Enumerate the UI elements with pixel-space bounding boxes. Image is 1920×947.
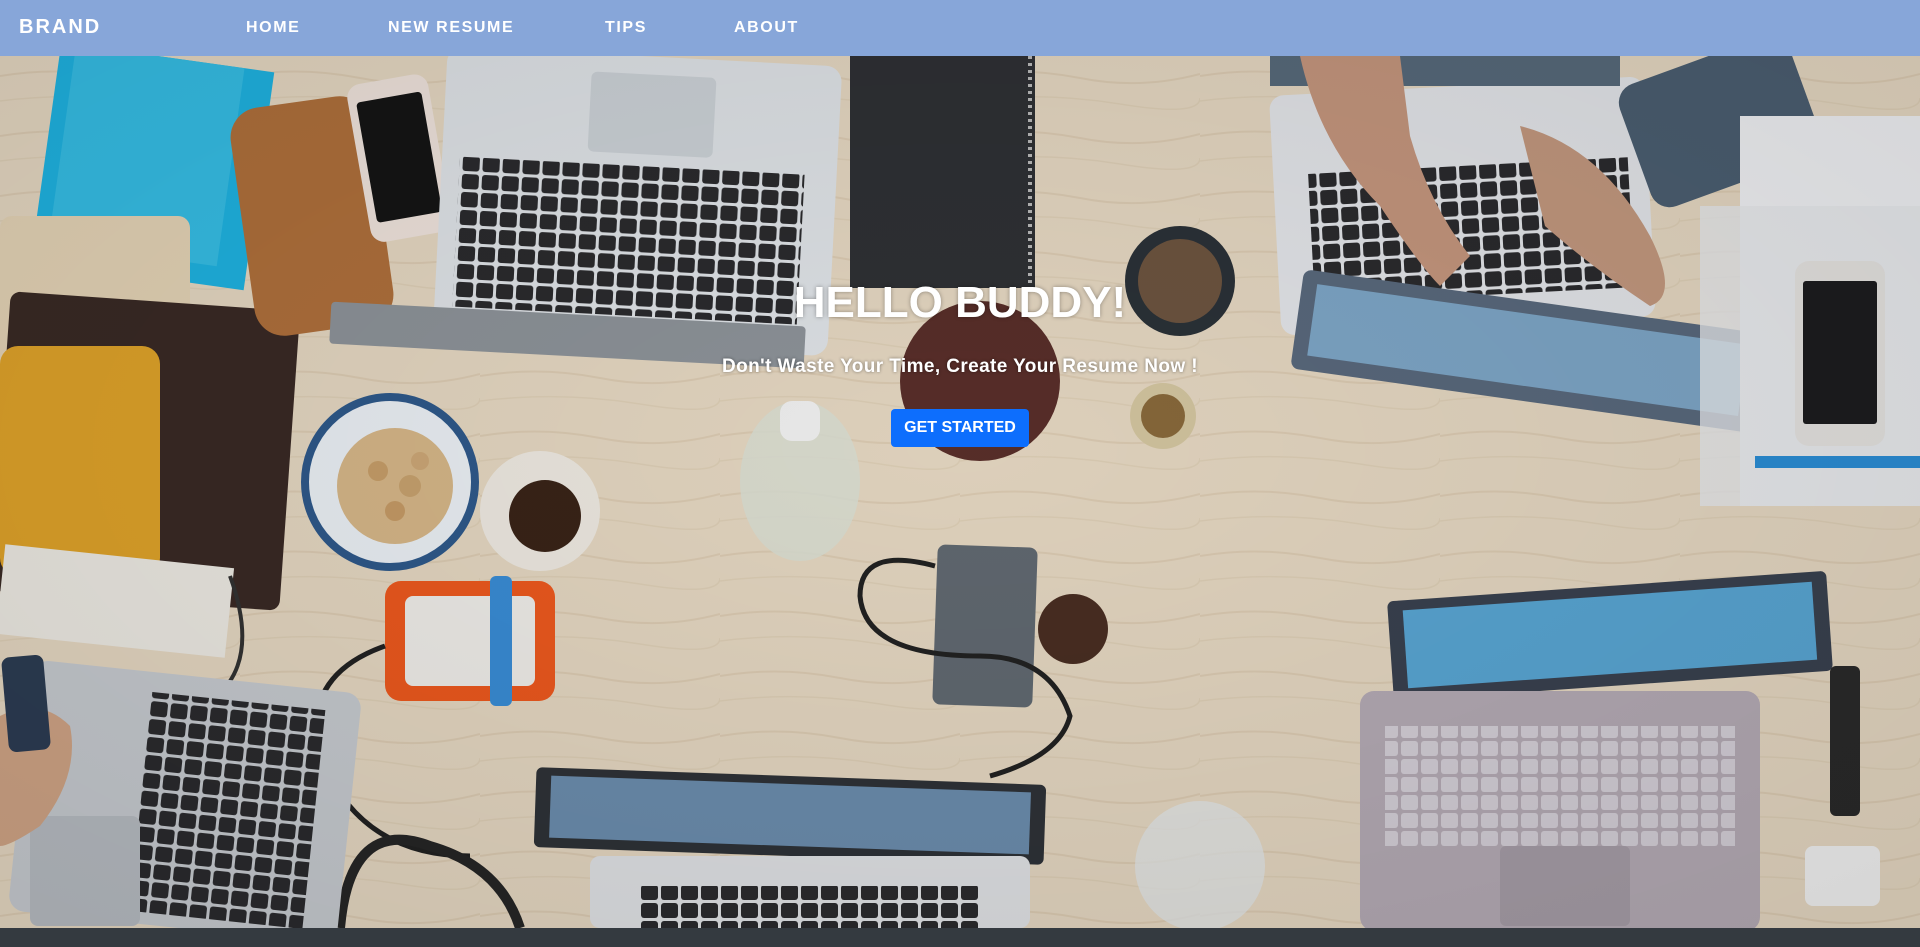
- hero-subtitle: Don't Waste Your Time, Create Your Resum…: [722, 356, 1198, 377]
- nav-link-new-resume[interactable]: NEW RESUME: [388, 19, 514, 37]
- hero-content: HELLO BUDDY! Don't Waste Your Time, Crea…: [0, 56, 1920, 928]
- nav-link-about[interactable]: ABOUT: [734, 19, 799, 37]
- hero-section: HELLO BUDDY! Don't Waste Your Time, Crea…: [0, 56, 1920, 928]
- nav-link-home[interactable]: HOME: [246, 19, 300, 37]
- navbar: BRAND HOME NEW RESUME TIPS ABOUT: [0, 0, 1920, 56]
- get-started-button[interactable]: GET STARTED: [891, 409, 1029, 447]
- brand-logo[interactable]: BRAND: [19, 16, 101, 39]
- nav-link-tips[interactable]: TIPS: [605, 19, 647, 37]
- hero-title: HELLO BUDDY!: [793, 278, 1127, 327]
- footer-bar: [0, 928, 1920, 947]
